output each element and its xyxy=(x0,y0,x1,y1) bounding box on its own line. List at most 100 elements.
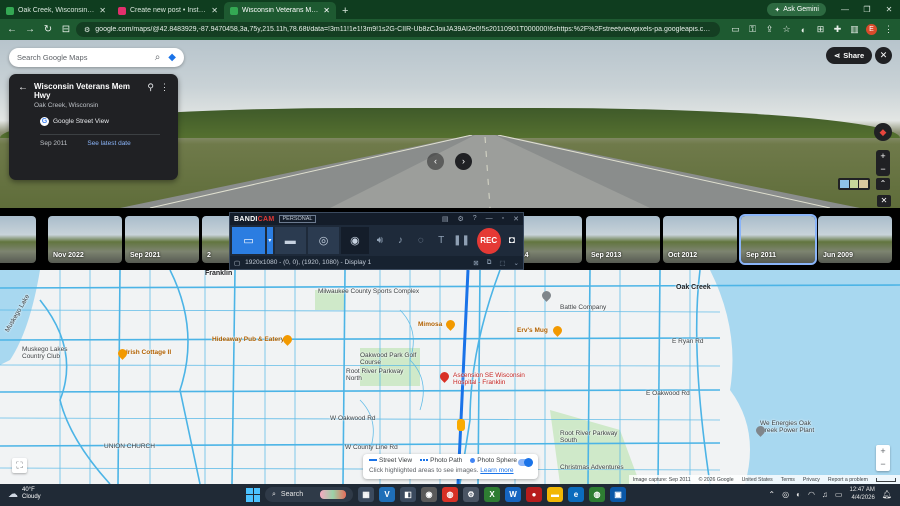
edge-icon[interactable]: e xyxy=(568,487,584,502)
map-label[interactable]: W Oakwood Rd xyxy=(330,415,376,422)
zoom-out-icon[interactable]: − xyxy=(876,163,890,176)
help-icon[interactable]: ? xyxy=(473,215,477,223)
search-input[interactable]: Search Google Maps xyxy=(17,53,155,62)
excel-icon[interactable]: X xyxy=(484,487,500,502)
site-info-icon[interactable]: ⚙ xyxy=(84,26,90,34)
street-view-coverage-map[interactable]: Franklin Milwaukee County Sports Complex M… xyxy=(0,270,900,484)
search-icon[interactable]: ⌕ xyxy=(155,52,161,63)
mode-dropdown-icon[interactable]: ▾ xyxy=(267,227,273,254)
map-label[interactable]: We Energies Oak Creek Power Plant xyxy=(760,420,822,434)
browser-tab[interactable]: Wisconsin Veterans Mem Hwy ✕ xyxy=(224,2,336,19)
learn-more-link[interactable]: Learn more xyxy=(480,467,513,474)
puzzle-icon[interactable]: ✚ xyxy=(830,24,845,35)
map-label[interactable]: Battle Company xyxy=(560,304,606,311)
capture-mode-icon[interactable]: ⊠ xyxy=(473,259,478,267)
back-arrow-icon[interactable]: ← xyxy=(18,82,28,94)
map-label[interactable]: Oak Creek xyxy=(676,284,711,291)
map-label[interactable]: W County Line Rd xyxy=(345,444,398,451)
menu-dots-icon[interactable]: ⋮ xyxy=(881,24,896,35)
fullscreen-icon[interactable]: ⬚ xyxy=(499,259,505,267)
street-view-panorama[interactable]: Search Google Maps ⌕ ◆ ← Wisconsin Veter… xyxy=(0,40,900,208)
chrome-icon[interactable]: ◍ xyxy=(442,487,458,502)
forward-icon[interactable]: → xyxy=(22,24,38,35)
minimize-icon[interactable]: — xyxy=(834,0,856,19)
vscode-icon[interactable]: V xyxy=(379,487,395,502)
previous-arrow-icon[interactable]: ‹ xyxy=(427,153,444,170)
clock[interactable]: 12:47 AM 4/4/2026 xyxy=(849,487,874,502)
tray-app-icon[interactable]: ◎ xyxy=(782,490,789,499)
map-label[interactable]: Oakwood Park Golf Course xyxy=(360,352,422,366)
filmstrip-thumbnail[interactable]: Jun 2009 xyxy=(818,216,892,263)
back-icon[interactable]: ← xyxy=(4,24,20,35)
bookmark-star-icon[interactable]: ☆ xyxy=(779,24,794,35)
folder-icon[interactable]: ▤ xyxy=(442,215,449,223)
cast-icon[interactable]: ▭ xyxy=(728,24,743,35)
microphone-icon[interactable]: ♪ xyxy=(391,235,409,246)
file-explorer-icon[interactable]: ▬ xyxy=(547,487,563,502)
filmstrip-thumbnail[interactable]: Sep 2021 xyxy=(125,216,199,263)
share-button[interactable]: ⋖ Share xyxy=(826,47,873,64)
downloads-icon[interactable]: ⊞ xyxy=(813,24,828,35)
wifi-icon[interactable]: ◠ xyxy=(808,490,815,499)
settings-gear-icon[interactable]: ⚙ xyxy=(457,215,463,223)
tray-app2-icon[interactable]: ◐ xyxy=(796,490,801,499)
widgets-icon[interactable]: ◧ xyxy=(400,487,416,502)
coverage-toggle[interactable] xyxy=(518,458,533,467)
map-label[interactable]: Mimosa xyxy=(418,321,442,328)
extension-icon[interactable]: ◐ xyxy=(796,25,811,35)
tab-close-icon[interactable]: ✕ xyxy=(323,6,330,15)
new-tab-button[interactable]: + xyxy=(336,2,354,19)
bandicam-maximize-icon[interactable]: ▫ xyxy=(502,215,504,223)
map-label[interactable]: Root River Parkway South xyxy=(560,430,622,444)
browser-tab[interactable]: Oak Creek, Wisconsin - Google ✕ xyxy=(0,2,112,19)
map-label[interactable]: E Ryan Rd xyxy=(672,338,703,345)
bandicam-minimize-icon[interactable]: — xyxy=(486,215,493,223)
more-options-icon[interactable]: ⋮ xyxy=(160,82,169,93)
webcam-icon[interactable]: ◉ xyxy=(341,227,369,254)
country-link[interactable]: United States xyxy=(742,477,773,483)
map-zoom-in-icon[interactable]: + xyxy=(876,445,890,458)
map-label[interactable]: Muskego Lakes Country Club xyxy=(22,346,84,360)
chrome-profile-icon[interactable]: ◍ xyxy=(589,487,605,502)
map-pin-icon[interactable]: ⚲ xyxy=(147,82,154,93)
text-icon[interactable]: T xyxy=(432,235,450,246)
record-button[interactable]: REC xyxy=(476,227,501,254)
ask-gemini-button[interactable]: ✦ Ask Gemini xyxy=(767,3,826,16)
task-view-icon[interactable]: ▦ xyxy=(358,487,374,502)
close-street-view-button[interactable]: ✕ xyxy=(875,47,892,64)
compass-icon[interactable]: ◆ xyxy=(874,123,892,141)
report-problem-link[interactable]: Report a problem xyxy=(828,477,868,483)
pegman-icon[interactable] xyxy=(457,419,465,431)
see-latest-date-link[interactable]: See latest date xyxy=(87,140,130,147)
map-label[interactable]: Franklin xyxy=(205,270,232,277)
screenshot-camera-icon[interactable]: ◘ xyxy=(503,235,521,246)
map-label[interactable]: UNION CHURCH xyxy=(104,443,155,450)
tray-overflow-icon[interactable]: ⌃ xyxy=(768,490,775,499)
fullscreen-map-icon[interactable]: ⛶ xyxy=(12,458,27,473)
map-label[interactable]: Christmas Adventures xyxy=(560,464,624,471)
reload-icon[interactable]: ↻ xyxy=(40,24,56,35)
profile-avatar[interactable]: E xyxy=(866,24,877,35)
url-field[interactable]: ⚙ google.com/maps/@42.8483929,-87.947045… xyxy=(76,22,720,37)
store-icon[interactable]: ▣ xyxy=(610,487,626,502)
maximize-icon[interactable]: ❐ xyxy=(856,0,878,19)
filmstrip-thumbnail[interactable]: Oct 2012 xyxy=(663,216,737,263)
bandicam-close-icon[interactable]: ✕ xyxy=(513,215,519,223)
screen-mode-icon[interactable]: ▭ xyxy=(232,227,266,254)
map-label[interactable]: Root River Parkway North xyxy=(346,368,408,382)
battery-icon[interactable]: ▭ xyxy=(835,490,843,499)
expand-filmstrip-icon[interactable]: ⌃ xyxy=(876,178,890,190)
weather-widget[interactable]: ☁ 40°F Cloudy xyxy=(8,487,41,501)
tab-close-icon[interactable]: ✕ xyxy=(211,6,218,15)
share-page-icon[interactable]: ⇪ xyxy=(762,24,777,35)
privacy-link[interactable]: Privacy xyxy=(803,477,820,483)
close-window-icon[interactable]: ✕ xyxy=(878,0,900,19)
volume-icon[interactable]: ♫ xyxy=(822,490,828,499)
map-label[interactable]: Irish Cottage II xyxy=(126,349,171,356)
map-label[interactable]: E Oakwood Rd xyxy=(646,390,690,397)
settings-app-icon[interactable]: ⚙ xyxy=(463,487,479,502)
device-mode-icon[interactable]: ▬ xyxy=(274,227,306,254)
map-label[interactable]: Erv's Mug xyxy=(517,327,548,334)
tab-search-icon[interactable]: ⊟ xyxy=(58,24,74,35)
map-label[interactable]: Hideaway Pub & Eatery xyxy=(212,336,284,343)
